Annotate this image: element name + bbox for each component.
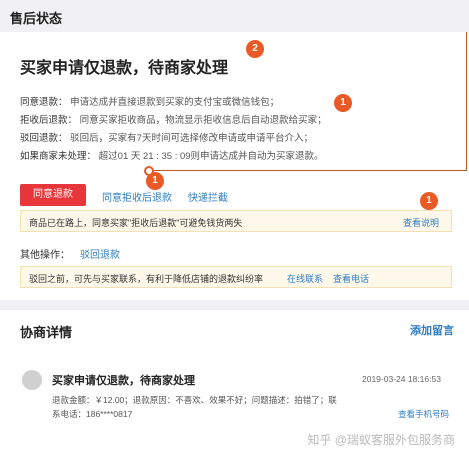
entry-detail-line: 系电话：186****0817 [52,409,133,419]
rule-value: 同意买家拒收商品，物流显示拒收信息后自动退款给买家； [79,115,327,126]
notice-text: 驳回之前，可先与买家联系，有利于降低店铺的退款纠纷率 [29,274,264,284]
rule-timeout: 如果商家未处理： 超过01 天 21 : 35 : 09则申请达成并自动为买家退… [20,148,324,162]
annotation-connector [149,170,467,171]
annotation-connector [466,32,467,171]
avatar [22,370,42,390]
status-headline: 买家申请仅退款，待商家处理 [20,60,229,77]
entry-detail-line: 退款金额：￥12.00；退款原因：不喜欢、效果不好；问题描述：拍错了；联 [52,395,337,405]
agree-refund-button[interactable]: 同意退款 [20,184,86,206]
rule-value: 驳回后，买家有7天时间可选择修改申请或申请平台介入； [70,133,313,144]
other-ops-row: 其他操作： [20,246,70,261]
watermark: 知乎 @瑞蚁客服外包服务商 [307,433,455,447]
other-ops-label: 其他操作： [20,250,70,261]
add-message-link[interactable]: 添加留言 [410,322,454,338]
agree-after-reject-link[interactable]: 同意拒收后退款 [102,189,172,204]
quick-intercept-link[interactable]: 快递拦截 [188,189,228,204]
online-contact-link[interactable]: 在线联系 [287,272,323,285]
notice-text: 商品已在路上，同意买家"拒收后退款"可避免钱货两失 [29,218,243,228]
annotation-badge: 1 [420,192,438,210]
rule-key: 驳回退款： [20,133,68,144]
view-phone-link[interactable]: 查看电话 [333,272,369,285]
rule-key: 同意退款： [20,97,68,108]
entry-timestamp: 2019-03-24 18:16:53 [362,374,441,384]
contact-notice: 驳回之前，可先与买家联系，有利于降低店铺的退款纠纷率 在线联系 查看电话 [20,266,452,288]
rule-value: 申请达成并直接退款到买家的支付宝或微信钱包； [70,97,280,108]
rule-decline-refund: 驳回退款： 驳回后，买家有7天时间可选择修改申请或申请平台介入； [20,130,313,144]
section-title: 售后状态 [10,11,63,26]
negotiation-card: 买家申请仅退款，待商家处理 2019-03-24 18:16:53 退款金额：￥… [0,348,469,458]
status-card: 买家申请仅退款，待商家处理 2 同意退款： 申请达成并直接退款到买家的支付宝或微… [0,32,469,300]
rule-key: 拒收后退款： [20,115,78,126]
annotation-badge: 2 [246,40,264,58]
after-sale-status-header: 售后状态 [0,0,469,32]
negotiation-title: 协商详情 [20,325,73,340]
intercept-notice: 商品已在路上，同意买家"拒收后退款"可避免钱货两失 查看说明 [20,210,452,232]
view-explanation-link[interactable]: 查看说明 [403,216,439,229]
annotation-badge: 1 [334,94,352,112]
rule-agree-refund: 同意退款： 申请达成并直接退款到买家的支付宝或微信钱包； [20,94,279,108]
rule-key: 如果商家未处理： [20,151,97,162]
view-phone-number-link[interactable]: 查看手机号码 [398,408,449,420]
annotation-ring [144,166,154,176]
rule-reject-refund: 拒收后退款： 同意买家拒收商品，物流显示拒收信息后自动退款给买家； [20,112,327,126]
decline-refund-link[interactable]: 驳回退款 [80,246,120,261]
rule-value: 超过01 天 21 : 35 : 09则申请达成并自动为买家退款。 [98,151,324,162]
entry-title: 买家申请仅退款，待商家处理 [52,375,195,387]
